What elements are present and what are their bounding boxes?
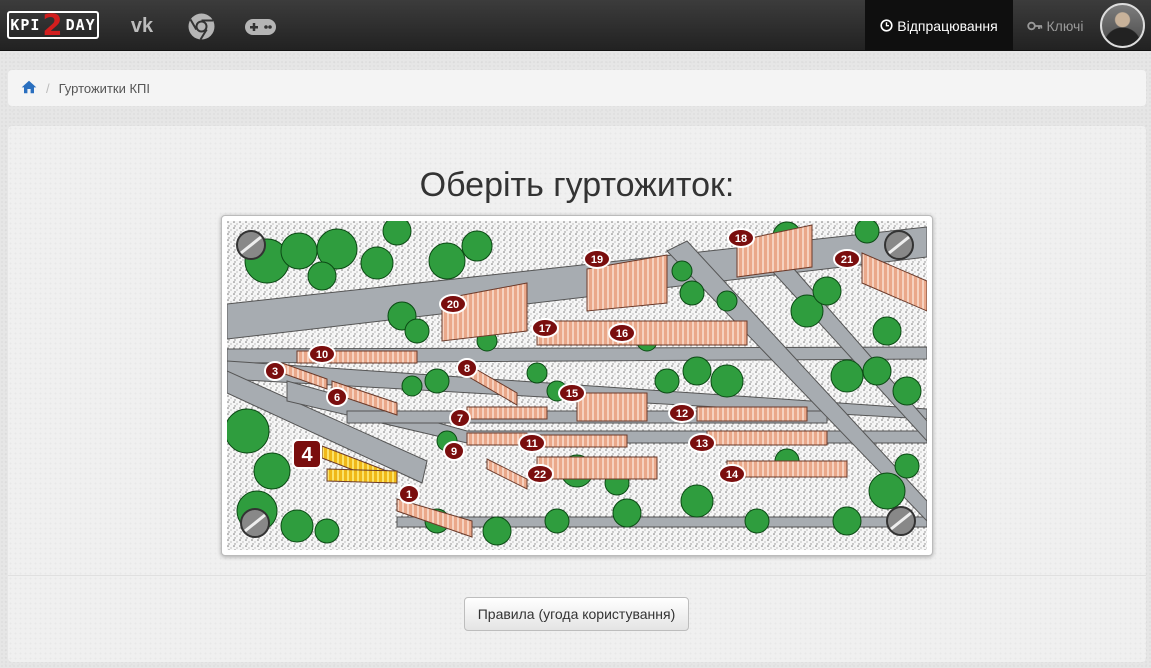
compass-icon-top-right (884, 230, 914, 260)
home-icon[interactable] (21, 80, 37, 97)
main-panel: Оберіть гуртожиток: 1 3 4 6 7 8 9 10 11 … (8, 126, 1146, 662)
dorm-pin-9[interactable]: 9 (443, 441, 465, 461)
breadcrumb: / Гуртожитки КПІ (8, 70, 1146, 106)
dorm-pin-label: 17 (539, 323, 551, 335)
user-avatar[interactable] (1100, 3, 1145, 48)
dorm-pin-17[interactable]: 17 (531, 318, 559, 338)
dorm-pin-label: 12 (676, 408, 688, 420)
dorm-pin-22[interactable]: 22 (526, 464, 554, 484)
dorm-pin-label: 10 (316, 349, 328, 361)
dorm-pin-label: 8 (464, 363, 470, 375)
dorm-pin-label: 6 (334, 392, 340, 404)
nav-keys-label: Ключі (1046, 17, 1084, 34)
dorm-pin-12[interactable]: 12 (668, 403, 696, 423)
dorm-pin-7[interactable]: 7 (449, 408, 471, 428)
panel-divider (8, 575, 1146, 576)
breadcrumb-separator: / (46, 80, 50, 96)
dorm-pin-label: 18 (735, 233, 747, 245)
dorm-pin-3[interactable]: 3 (264, 361, 286, 381)
dorm-pin-label: 19 (591, 254, 603, 266)
dorm-pin-label: 16 (616, 328, 628, 340)
dorm-map: 1 3 4 6 7 8 9 10 11 12 13 14 15 16 17 18 19 20 21 22 (221, 215, 933, 556)
dorm-pin-label: 13 (696, 438, 708, 450)
dorm-pin-18[interactable]: 18 (727, 228, 755, 248)
kpi2day-logo[interactable]: KPI 2 DAY (7, 7, 99, 42)
dorm-pin-label: 1 (406, 489, 412, 501)
nav-otpratsyuvannya[interactable]: Відпрацювання (865, 0, 1013, 51)
dorm-pin-21[interactable]: 21 (833, 249, 861, 269)
dorm-pin-4[interactable]: 4 (292, 439, 322, 469)
rules-button[interactable]: Правила (угода користування) (464, 597, 689, 631)
navbar: KPI 2 DAY vk Відпрацювання Ключі (0, 0, 1151, 51)
logo-left-text: KPI (10, 16, 41, 34)
dorm-pin-10[interactable]: 10 (308, 344, 336, 364)
compass-icon-bottom-right (886, 506, 916, 536)
nav-keys[interactable]: Ключі (1013, 0, 1097, 51)
dorm-pin-13[interactable]: 13 (688, 433, 716, 453)
dorm-pin-label: 4 (301, 444, 313, 466)
nav-otpratsyuvannya-label: Відпрацювання (897, 17, 998, 34)
dorm-pin-label: 14 (726, 469, 739, 481)
chrome-icon[interactable] (187, 12, 216, 46)
breadcrumb-current: Гуртожитки КПІ (58, 80, 150, 96)
dorm-pin-label: 7 (457, 413, 463, 425)
dorm-pin-1[interactable]: 1 (398, 484, 420, 504)
clock-icon (880, 19, 893, 32)
dorm-pin-15[interactable]: 15 (558, 383, 586, 403)
dorm-map-svg: 134678910111213141516171819202122 (227, 221, 927, 550)
compass-icon-top-left (236, 230, 266, 260)
dorm-pin-8[interactable]: 8 (456, 358, 478, 378)
dorm-pin-6[interactable]: 6 (326, 387, 348, 407)
gamepad-icon[interactable] (244, 17, 277, 42)
compass-icon-bottom-left (240, 508, 270, 538)
logo-right-text: DAY (65, 16, 96, 34)
svg-text:vk: vk (131, 15, 154, 35)
page-title: Оберіть гуртожиток: (419, 166, 735, 204)
dorm-pin-16[interactable]: 16 (608, 323, 636, 343)
dorm-pin-14[interactable]: 14 (718, 464, 746, 484)
logo-number: 2 (42, 7, 64, 42)
dorm-pin-label: 21 (841, 254, 853, 266)
dorm-pin-label: 3 (272, 366, 278, 378)
vk-icon[interactable]: vk (126, 15, 158, 40)
dorm-pin-label: 9 (451, 446, 457, 458)
dorm-pin-label: 22 (534, 469, 546, 481)
dorm-pin-label: 11 (526, 438, 538, 450)
dorm-pin-11[interactable]: 11 (518, 433, 546, 453)
dorm-pin-label: 15 (566, 388, 578, 400)
dorm-pin-19[interactable]: 19 (583, 249, 611, 269)
dorm-pin-20[interactable]: 20 (439, 294, 467, 314)
key-icon (1026, 21, 1042, 30)
dorm-pin-label: 20 (447, 299, 459, 311)
